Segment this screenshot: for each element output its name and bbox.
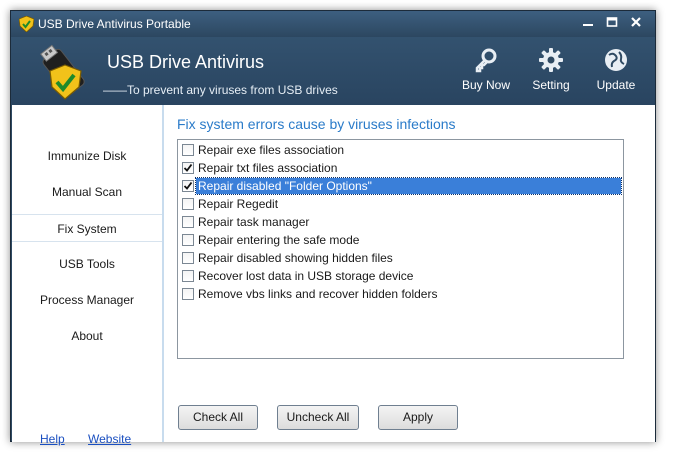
list-item[interactable]: Remove vbs links and recover hidden fold… bbox=[180, 285, 621, 302]
list-item-label: Repair txt files association bbox=[198, 161, 338, 175]
sidebar-item-manual-scan[interactable]: Manual Scan bbox=[12, 178, 162, 206]
list-item-label: Remove vbs links and recover hidden fold… bbox=[198, 287, 438, 301]
list-item[interactable]: Repair Regedit bbox=[180, 195, 621, 212]
sidebar: Immunize Disk Manual Scan Fix System USB… bbox=[12, 105, 162, 446]
apply-button[interactable]: Apply bbox=[378, 405, 458, 430]
list-item-label: Repair disabled showing hidden files bbox=[198, 251, 393, 265]
list-item-label: Repair entering the safe mode bbox=[198, 233, 360, 247]
list-item[interactable]: Repair task manager bbox=[180, 213, 621, 230]
sidebar-item-usb-tools[interactable]: USB Tools bbox=[12, 250, 162, 278]
usb-drive-shield-logo bbox=[40, 44, 85, 100]
list-item[interactable]: Repair entering the safe mode bbox=[180, 231, 621, 248]
list-item-label: Repair exe files association bbox=[198, 143, 345, 157]
checkbox[interactable] bbox=[182, 216, 194, 228]
sidebar-item-process-manager[interactable]: Process Manager bbox=[12, 286, 162, 314]
checkbox[interactable] bbox=[182, 270, 194, 282]
checkbox[interactable] bbox=[182, 144, 194, 156]
repair-options-list[interactable]: Repair exe files association Repair txt … bbox=[177, 139, 624, 359]
checkbox[interactable] bbox=[182, 252, 194, 264]
setting-button[interactable]: Setting bbox=[519, 47, 583, 103]
app-name: USB Drive Antivirus bbox=[107, 52, 265, 72]
list-item[interactable]: Repair disabled "Folder Options" bbox=[180, 177, 622, 195]
list-item-label: Recover lost data in USB storage device bbox=[198, 269, 414, 283]
help-link[interactable]: Help bbox=[40, 432, 65, 446]
fix-system-panel: Fix system errors cause by viruses infec… bbox=[162, 105, 655, 442]
checkmark-icon bbox=[183, 163, 193, 172]
shield-app-icon bbox=[19, 16, 34, 32]
checkmark-icon bbox=[183, 181, 193, 190]
setting-label: Setting bbox=[532, 78, 570, 92]
window-title: USB Drive Antivirus Portable bbox=[38, 17, 191, 31]
website-link[interactable]: Website bbox=[88, 432, 131, 446]
buy-now-button[interactable]: Buy Now bbox=[454, 47, 518, 103]
buy-now-label: Buy Now bbox=[461, 78, 511, 92]
checkbox[interactable] bbox=[182, 288, 194, 300]
globe-icon bbox=[605, 49, 627, 71]
app-tagline: ——To prevent any viruses from USB drives bbox=[103, 83, 338, 97]
list-item[interactable]: Recover lost data in USB storage device bbox=[180, 267, 621, 284]
maximize-icon[interactable] bbox=[602, 15, 622, 33]
uncheck-all-button[interactable]: Uncheck All bbox=[277, 405, 359, 430]
sidebar-item-immunize-disk[interactable]: Immunize Disk bbox=[12, 142, 162, 170]
list-item-label: Repair disabled "Folder Options" bbox=[195, 177, 622, 195]
sidebar-item-fix-system[interactable]: Fix System bbox=[12, 214, 162, 242]
checkbox[interactable] bbox=[182, 198, 194, 210]
update-label: Update bbox=[596, 78, 636, 92]
key-icon bbox=[475, 48, 497, 73]
title-bar[interactable]: USB Drive Antivirus Portable bbox=[11, 11, 655, 37]
check-all-button[interactable]: Check All bbox=[178, 405, 258, 430]
checkbox[interactable] bbox=[182, 234, 194, 246]
list-item[interactable]: Repair exe files association bbox=[180, 141, 621, 158]
close-icon[interactable] bbox=[626, 15, 646, 33]
checkbox[interactable] bbox=[182, 162, 194, 174]
list-item[interactable]: Repair disabled showing hidden files bbox=[180, 249, 621, 266]
gear-icon bbox=[539, 48, 563, 72]
app-window: USB Drive Antivirus Portable USB Drive A… bbox=[10, 10, 656, 446]
sidebar-item-about[interactable]: About bbox=[12, 322, 162, 350]
section-title: Fix system errors cause by viruses infec… bbox=[177, 116, 456, 132]
checkbox[interactable] bbox=[182, 180, 194, 192]
update-button[interactable]: Update bbox=[584, 47, 648, 103]
list-item-label: Repair task manager bbox=[198, 215, 310, 229]
list-item-label: Repair Regedit bbox=[198, 197, 279, 211]
list-item[interactable]: Repair txt files association bbox=[180, 159, 621, 176]
minimize-icon[interactable] bbox=[578, 15, 598, 33]
app-header: USB Drive Antivirus ——To prevent any vir… bbox=[11, 37, 655, 105]
